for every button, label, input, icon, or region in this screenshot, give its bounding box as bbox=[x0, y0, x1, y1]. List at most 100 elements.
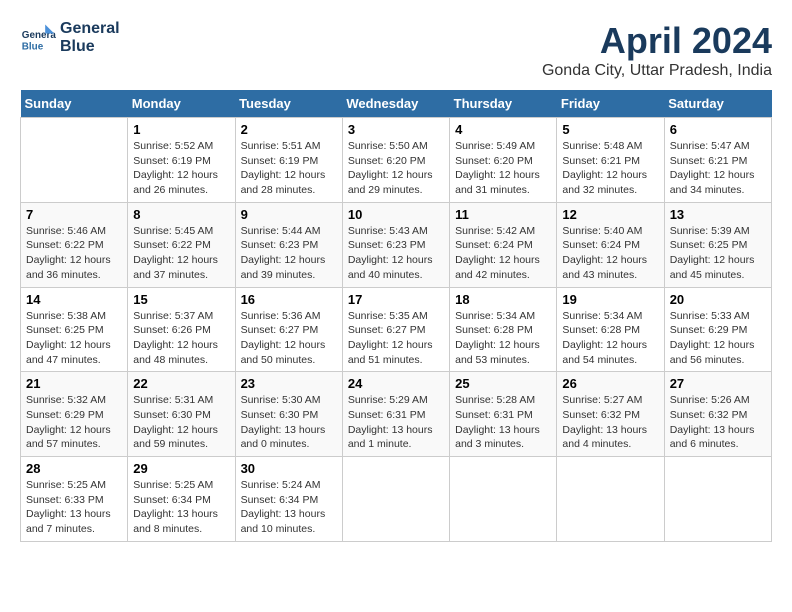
day-info: Sunrise: 5:45 AM Sunset: 6:22 PM Dayligh… bbox=[133, 224, 229, 283]
day-info: Sunrise: 5:50 AM Sunset: 6:20 PM Dayligh… bbox=[348, 139, 444, 198]
day-info: Sunrise: 5:27 AM Sunset: 6:32 PM Dayligh… bbox=[562, 393, 658, 452]
calendar-cell: 8 Sunrise: 5:45 AM Sunset: 6:22 PM Daylig… bbox=[128, 202, 235, 287]
calendar-cell: 4Sunrise: 5:49 AM Sunset: 6:20 PM Daylig… bbox=[450, 118, 557, 203]
calendar-cell: 26 Sunrise: 5:27 AM Sunset: 6:32 PM Dayli… bbox=[557, 372, 664, 457]
calendar-cell: 28 Sunrise: 5:25 AM Sunset: 6:33 PM Dayli… bbox=[21, 457, 128, 542]
day-info: Sunrise: 5:48 AM Sunset: 6:21 PM Dayligh… bbox=[562, 139, 658, 198]
svg-text:Blue: Blue bbox=[22, 42, 44, 53]
calendar-cell: 3 Sunrise: 5:50 AM Sunset: 6:20 PM Daylig… bbox=[342, 118, 449, 203]
day-info: Sunrise: 5:44 AM Sunset: 6:23 PM Dayligh… bbox=[241, 224, 337, 283]
day-info: Sunrise: 5:42 AM Sunset: 6:24 PM Dayligh… bbox=[455, 224, 551, 283]
calendar-cell: 17Sunrise: 5:35 AM Sunset: 6:27 PM Dayli… bbox=[342, 287, 449, 372]
title-block: April 2024 Gonda City, Uttar Pradesh, In… bbox=[542, 20, 772, 80]
calendar-cell: 29Sunrise: 5:25 AM Sunset: 6:34 PM Dayli… bbox=[128, 457, 235, 542]
day-info: Sunrise: 5:26 AM Sunset: 6:32 PM Dayligh… bbox=[670, 393, 766, 452]
calendar-week-row: 21 Sunrise: 5:32 AM Sunset: 6:29 PM Dayli… bbox=[21, 372, 772, 457]
day-info: Sunrise: 5:25 AM Sunset: 6:34 PM Dayligh… bbox=[133, 478, 229, 537]
weekday-header: Saturday bbox=[664, 90, 771, 118]
day-number: 6 bbox=[670, 122, 766, 137]
day-info: Sunrise: 5:43 AM Sunset: 6:23 PM Dayligh… bbox=[348, 224, 444, 283]
calendar-cell: 18 Sunrise: 5:34 AM Sunset: 6:28 PM Dayli… bbox=[450, 287, 557, 372]
day-info: Sunrise: 5:35 AM Sunset: 6:27 PM Dayligh… bbox=[348, 309, 444, 368]
calendar-cell: 23 Sunrise: 5:30 AM Sunset: 6:30 PM Dayli… bbox=[235, 372, 342, 457]
day-number: 15 bbox=[133, 292, 229, 307]
day-number: 27 bbox=[670, 376, 766, 391]
month-year-title: April 2024 bbox=[542, 20, 772, 62]
day-info: Sunrise: 5:25 AM Sunset: 6:33 PM Dayligh… bbox=[26, 478, 122, 537]
day-number: 3 bbox=[348, 122, 444, 137]
day-info: Sunrise: 5:30 AM Sunset: 6:30 PM Dayligh… bbox=[241, 393, 337, 452]
day-number: 13 bbox=[670, 207, 766, 222]
calendar-cell bbox=[450, 457, 557, 542]
calendar-cell bbox=[21, 118, 128, 203]
day-number: 30 bbox=[241, 461, 337, 476]
weekday-header: Monday bbox=[128, 90, 235, 118]
calendar-cell: 22Sunrise: 5:31 AM Sunset: 6:30 PM Dayli… bbox=[128, 372, 235, 457]
day-info: Sunrise: 5:24 AM Sunset: 6:34 PM Dayligh… bbox=[241, 478, 337, 537]
day-info: Sunrise: 5:51 AM Sunset: 6:19 PM Dayligh… bbox=[241, 139, 337, 198]
calendar-cell: 6 Sunrise: 5:47 AM Sunset: 6:21 PM Daylig… bbox=[664, 118, 771, 203]
day-number: 25 bbox=[455, 376, 551, 391]
day-number: 26 bbox=[562, 376, 658, 391]
weekday-header: Friday bbox=[557, 90, 664, 118]
page-header: General Blue GeneralBlue April 2024 Gond… bbox=[20, 20, 772, 80]
calendar-cell: 7 Sunrise: 5:46 AM Sunset: 6:22 PM Daylig… bbox=[21, 202, 128, 287]
calendar-cell: 24 Sunrise: 5:29 AM Sunset: 6:31 PM Dayli… bbox=[342, 372, 449, 457]
day-number: 18 bbox=[455, 292, 551, 307]
day-info: Sunrise: 5:40 AM Sunset: 6:24 PM Dayligh… bbox=[562, 224, 658, 283]
calendar-cell: 12 Sunrise: 5:40 AM Sunset: 6:24 PM Dayli… bbox=[557, 202, 664, 287]
day-info: Sunrise: 5:33 AM Sunset: 6:29 PM Dayligh… bbox=[670, 309, 766, 368]
calendar-cell: 11Sunrise: 5:42 AM Sunset: 6:24 PM Dayli… bbox=[450, 202, 557, 287]
day-number: 24 bbox=[348, 376, 444, 391]
day-info: Sunrise: 5:34 AM Sunset: 6:28 PM Dayligh… bbox=[562, 309, 658, 368]
day-number: 9 bbox=[241, 207, 337, 222]
calendar-cell: 14 Sunrise: 5:38 AM Sunset: 6:25 PM Dayli… bbox=[21, 287, 128, 372]
day-number: 20 bbox=[670, 292, 766, 307]
calendar-cell: 30 Sunrise: 5:24 AM Sunset: 6:34 PM Dayli… bbox=[235, 457, 342, 542]
calendar-week-row: 28 Sunrise: 5:25 AM Sunset: 6:33 PM Dayli… bbox=[21, 457, 772, 542]
day-number: 19 bbox=[562, 292, 658, 307]
day-number: 23 bbox=[241, 376, 337, 391]
weekday-header: Sunday bbox=[21, 90, 128, 118]
logo-icon: General Blue bbox=[20, 20, 56, 56]
calendar-cell: 20 Sunrise: 5:33 AM Sunset: 6:29 PM Dayli… bbox=[664, 287, 771, 372]
calendar-header-row: SundayMondayTuesdayWednesdayThursdayFrid… bbox=[21, 90, 772, 118]
weekday-header: Thursday bbox=[450, 90, 557, 118]
logo: General Blue GeneralBlue bbox=[20, 20, 120, 56]
day-info: Sunrise: 5:46 AM Sunset: 6:22 PM Dayligh… bbox=[26, 224, 122, 283]
day-info: Sunrise: 5:37 AM Sunset: 6:26 PM Dayligh… bbox=[133, 309, 229, 368]
day-number: 14 bbox=[26, 292, 122, 307]
day-number: 8 bbox=[133, 207, 229, 222]
calendar-cell: 13 Sunrise: 5:39 AM Sunset: 6:25 PM Dayli… bbox=[664, 202, 771, 287]
calendar-cell: 15 Sunrise: 5:37 AM Sunset: 6:26 PM Dayli… bbox=[128, 287, 235, 372]
day-info: Sunrise: 5:31 AM Sunset: 6:30 PM Dayligh… bbox=[133, 393, 229, 452]
calendar-cell: 2 Sunrise: 5:51 AM Sunset: 6:19 PM Daylig… bbox=[235, 118, 342, 203]
day-info: Sunrise: 5:28 AM Sunset: 6:31 PM Dayligh… bbox=[455, 393, 551, 452]
calendar-table: SundayMondayTuesdayWednesdayThursdayFrid… bbox=[20, 90, 772, 542]
calendar-cell: 25 Sunrise: 5:28 AM Sunset: 6:31 PM Dayli… bbox=[450, 372, 557, 457]
day-info: Sunrise: 5:38 AM Sunset: 6:25 PM Dayligh… bbox=[26, 309, 122, 368]
day-info: Sunrise: 5:32 AM Sunset: 6:29 PM Dayligh… bbox=[26, 393, 122, 452]
logo-text: GeneralBlue bbox=[60, 20, 120, 56]
day-number: 5 bbox=[562, 122, 658, 137]
day-info: Sunrise: 5:47 AM Sunset: 6:21 PM Dayligh… bbox=[670, 139, 766, 198]
calendar-week-row: 7 Sunrise: 5:46 AM Sunset: 6:22 PM Daylig… bbox=[21, 202, 772, 287]
day-number: 28 bbox=[26, 461, 122, 476]
calendar-cell bbox=[664, 457, 771, 542]
calendar-cell: 9 Sunrise: 5:44 AM Sunset: 6:23 PM Daylig… bbox=[235, 202, 342, 287]
day-number: 2 bbox=[241, 122, 337, 137]
day-info: Sunrise: 5:49 AM Sunset: 6:20 PM Dayligh… bbox=[455, 139, 551, 198]
calendar-cell: 27 Sunrise: 5:26 AM Sunset: 6:32 PM Dayli… bbox=[664, 372, 771, 457]
day-info: Sunrise: 5:34 AM Sunset: 6:28 PM Dayligh… bbox=[455, 309, 551, 368]
day-info: Sunrise: 5:39 AM Sunset: 6:25 PM Dayligh… bbox=[670, 224, 766, 283]
day-number: 7 bbox=[26, 207, 122, 222]
calendar-cell: 16Sunrise: 5:36 AM Sunset: 6:27 PM Dayli… bbox=[235, 287, 342, 372]
day-info: Sunrise: 5:36 AM Sunset: 6:27 PM Dayligh… bbox=[241, 309, 337, 368]
calendar-week-row: 14 Sunrise: 5:38 AM Sunset: 6:25 PM Dayli… bbox=[21, 287, 772, 372]
calendar-cell: 19 Sunrise: 5:34 AM Sunset: 6:28 PM Dayli… bbox=[557, 287, 664, 372]
day-number: 12 bbox=[562, 207, 658, 222]
day-info: Sunrise: 5:29 AM Sunset: 6:31 PM Dayligh… bbox=[348, 393, 444, 452]
calendar-cell bbox=[342, 457, 449, 542]
day-info: Sunrise: 5:52 AM Sunset: 6:19 PM Dayligh… bbox=[133, 139, 229, 198]
day-number: 21 bbox=[26, 376, 122, 391]
